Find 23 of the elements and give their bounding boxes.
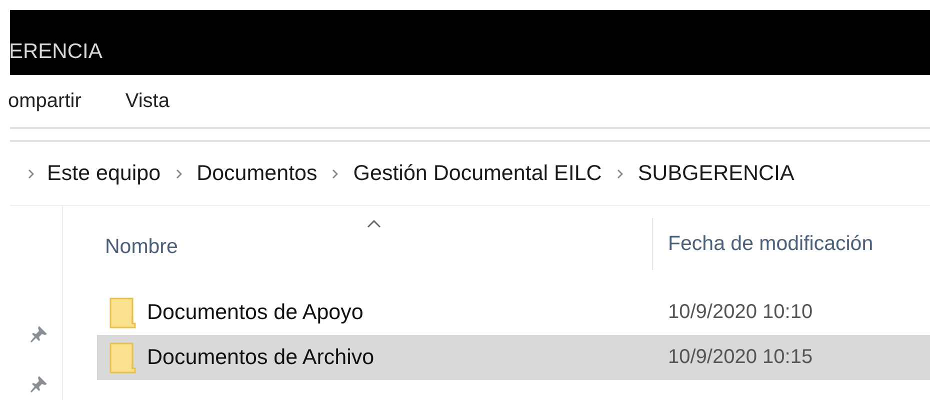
chevron-icon[interactable] (176, 168, 182, 178)
column-header[interactable]: Nombre (105, 235, 178, 259)
pin-icon[interactable] (28, 373, 50, 395)
modified-date: 10/9/2020 10:10 (668, 301, 813, 324)
breadcrumb-item[interactable]: Este equipo (47, 161, 161, 186)
chevron-icon[interactable] (332, 168, 338, 178)
file-name: Documentos de Apoyo (147, 300, 364, 325)
column-header[interactable]: Fecha de modificación (668, 232, 874, 256)
breadcrumb-item[interactable]: Gestión Documental EILC (353, 161, 602, 186)
modified-date: 10/9/2020 10:15 (668, 346, 813, 369)
window-title: ERENCIA (9, 40, 102, 64)
ribbon-tab[interactable]: ompartir (8, 90, 82, 112)
file-name: Documentos de Archivo (147, 345, 374, 370)
ribbon-tab[interactable]: Vista (125, 90, 170, 112)
folder-icon (109, 342, 137, 374)
folder-icon (109, 296, 137, 328)
chevron-icon[interactable] (616, 168, 623, 178)
file-row[interactable]: Documentos de Apoyo 10/9/2020 10:10 (97, 290, 930, 335)
breadcrumb-item[interactable]: Documentos (196, 161, 318, 186)
file-row[interactable]: Documentos de Archivo 10/9/2020 10:15 (97, 335, 930, 380)
chevron-icon[interactable] (28, 168, 34, 178)
breadcrumb-item[interactable]: SUBGERENCIA (638, 161, 794, 186)
pin-icon[interactable] (28, 323, 50, 345)
